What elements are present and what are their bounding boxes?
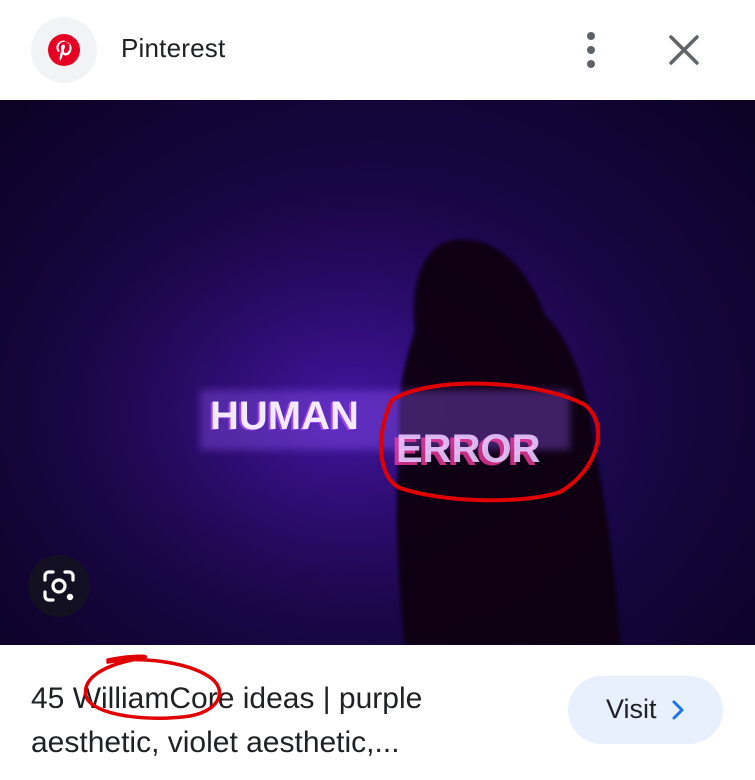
visit-button-label: Visit <box>606 694 657 724</box>
more-options-button[interactable] <box>575 28 607 72</box>
image-artwork: HUMAN HUMAN ERROR ERROR <box>0 100 755 645</box>
result-image[interactable]: HUMAN HUMAN ERROR ERROR <box>0 100 755 645</box>
header-bar: Pinterest <box>0 0 755 100</box>
close-button[interactable] <box>662 28 706 72</box>
close-icon <box>669 35 699 65</box>
image-text-error: ERROR <box>396 427 541 471</box>
more-vert-icon <box>587 32 595 68</box>
google-lens-button[interactable] <box>28 555 90 617</box>
pinterest-logo-icon <box>48 34 80 66</box>
google-lens-icon <box>43 570 75 602</box>
image-text-human: HUMAN <box>210 394 359 438</box>
result-title-line1: 45 WilliamCore ideas | purple <box>31 682 423 715</box>
chevron-right-icon <box>672 700 684 720</box>
site-name[interactable]: Pinterest <box>121 33 225 64</box>
pinterest-logo[interactable] <box>31 17 97 83</box>
result-title[interactable]: 45 WilliamCore ideas | purple aesthetic,… <box>31 677 551 765</box>
result-title-line2: aesthetic, violet aesthetic,... <box>31 726 400 759</box>
visit-button[interactable]: Visit <box>568 676 723 744</box>
